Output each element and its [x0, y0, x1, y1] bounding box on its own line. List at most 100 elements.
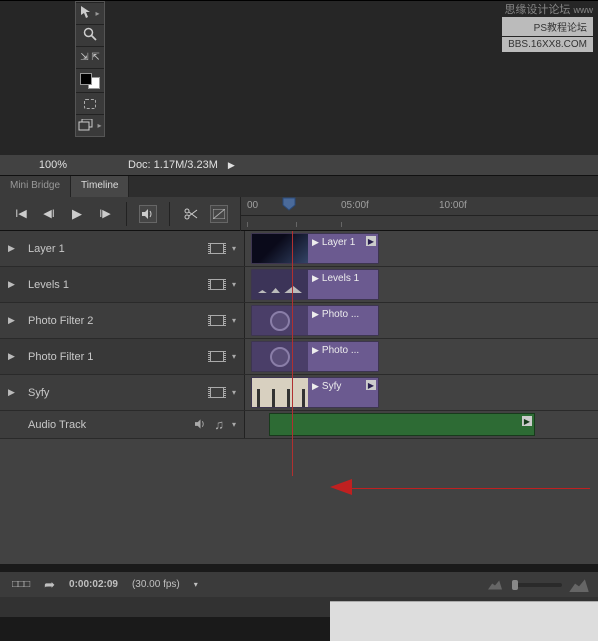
tab-timeline[interactable]: Timeline: [71, 176, 129, 197]
play-icon: ▶: [312, 381, 319, 392]
timecode-display[interactable]: 0:00:02:09: [69, 579, 118, 590]
status-bar: 100% Doc: 1.17M/3.23M ▶: [0, 155, 598, 175]
track-menu-icon[interactable]: ▾: [232, 420, 236, 429]
prev-frame-button[interactable]: ◀I: [40, 205, 58, 223]
zoom-in-icon[interactable]: [569, 578, 589, 592]
bottom-panel: [330, 601, 598, 641]
speaker-icon: [142, 209, 154, 219]
track-header[interactable]: ▶ Photo Filter 2 ▾: [0, 303, 244, 338]
zoom-slider[interactable]: [512, 583, 562, 587]
track-menu-icon[interactable]: ▾: [232, 316, 236, 325]
swap-tool[interactable]: ⇲ ⇱: [76, 46, 104, 68]
track-name: Syfy: [28, 387, 49, 399]
scissors-icon: [184, 207, 198, 221]
play-icon: ▶: [312, 273, 319, 284]
watermark-text3: BBS.16XX8.COM: [502, 37, 593, 52]
clip-end-icon: ▶: [366, 380, 376, 390]
track-menu-icon[interactable]: ▾: [232, 388, 236, 397]
clip-end-icon: ▶: [522, 416, 532, 426]
chevron-down-icon[interactable]: ▾: [194, 580, 198, 589]
screenmode-tool[interactable]: ▸: [76, 114, 104, 136]
track-header[interactable]: ▶ Layer 1 ▾: [0, 231, 244, 266]
audio-clip[interactable]: ▶: [269, 413, 535, 436]
transport-bar: I◀ ◀I ▶ I▶ 00 05:00f 10:00f: [0, 197, 598, 231]
playhead-line: [292, 231, 293, 476]
video-clip[interactable]: ▶Syfy▶: [251, 377, 379, 408]
annotation-arrow: [330, 479, 590, 499]
footer-corner[interactable]: □□□: [12, 579, 30, 590]
video-track-icon: [210, 243, 224, 254]
watermark-overlay: 思缘设计论坛 www PS教程论坛 BBS.16XX8.COM: [502, 1, 593, 53]
music-note-icon[interactable]: ♫: [214, 417, 224, 432]
ruler-tick: 10:00f: [439, 200, 467, 211]
clip-label: Photo ...: [322, 309, 359, 320]
track-header[interactable]: ▶ Levels 1 ▾: [0, 267, 244, 302]
color-swatch-icon: [80, 73, 100, 89]
expand-track-icon[interactable]: ▶: [8, 279, 18, 290]
track-header[interactable]: ▶ Photo Filter 1 ▾: [0, 339, 244, 374]
ruler-tick: 00: [247, 200, 258, 211]
transition-button[interactable]: [210, 205, 228, 223]
video-clip[interactable]: ▶Photo ...: [251, 341, 379, 372]
audio-track-row: Audio Track ♫ ▾ ▶: [0, 411, 598, 439]
audio-track-header[interactable]: Audio Track ♫ ▾: [0, 411, 244, 438]
doc-info-arrow[interactable]: ▶: [228, 160, 235, 171]
play-icon: ▶: [312, 309, 319, 320]
play-icon: ▶: [312, 237, 319, 248]
toolbox: ▸ ⇲ ⇱ ▸: [75, 1, 105, 137]
panel-tabs: Mini Bridge Timeline: [0, 175, 598, 197]
color-picker[interactable]: [76, 68, 104, 92]
video-track-icon: [210, 387, 224, 398]
document-canvas: ▸ ⇲ ⇱ ▸ 思缘设计论坛 www PS教程论坛 BBS.16XX8: [0, 0, 598, 155]
zoom-tool[interactable]: [76, 24, 104, 46]
video-clip[interactable]: ▶Photo ...: [251, 305, 379, 336]
timeline-ruler[interactable]: 00 05:00f 10:00f: [240, 197, 598, 231]
video-track-icon: [210, 351, 224, 362]
flyout-icon: ▸: [97, 121, 101, 130]
timeline-footer: □□□ ➦ 0:00:02:09 (30.00 fps) ▾: [0, 571, 598, 597]
expand-track-icon[interactable]: ▶: [8, 243, 18, 254]
expand-track-icon[interactable]: ▶: [8, 315, 18, 326]
split-clip-button[interactable]: [182, 205, 200, 223]
track-header[interactable]: ▶ Syfy ▾: [0, 375, 244, 410]
track-menu-icon[interactable]: ▾: [232, 352, 236, 361]
tool-slot[interactable]: ▸: [76, 2, 104, 24]
timeline-empty-area[interactable]: [0, 439, 598, 564]
video-clip[interactable]: ▶Layer 1▶: [251, 233, 379, 264]
audio-speaker-icon[interactable]: [195, 418, 206, 432]
play-icon: ▶: [312, 345, 319, 356]
clip-thumbnail: [252, 306, 308, 335]
video-track-icon: [210, 279, 224, 290]
forward-icon[interactable]: ➦: [44, 577, 55, 593]
next-frame-button[interactable]: I▶: [96, 205, 114, 223]
arrow-icon: [80, 5, 92, 22]
mute-button[interactable]: [139, 205, 157, 223]
expand-track-icon[interactable]: ▶: [8, 351, 18, 362]
play-button[interactable]: ▶: [68, 205, 86, 223]
track-menu-icon[interactable]: ▾: [232, 280, 236, 289]
swap-icon: ⇲ ⇱: [80, 52, 100, 63]
track-name: Photo Filter 1: [28, 351, 93, 363]
clip-thumbnail: [252, 378, 308, 407]
doc-size: Doc: 1.17M/3.23M: [128, 159, 218, 171]
track-row: ▶ Levels 1 ▾ ▶Levels 1: [0, 267, 598, 303]
track-name: Layer 1: [28, 243, 65, 255]
playhead[interactable]: [282, 197, 296, 211]
zoom-out-icon[interactable]: [488, 580, 502, 590]
ruler-tick: 05:00f: [341, 200, 369, 211]
watermark-text1: 思缘设计论坛: [504, 4, 570, 16]
clip-end-icon: ▶: [366, 236, 376, 246]
quickmask-tool[interactable]: [76, 92, 104, 114]
fps-display: (30.00 fps): [132, 579, 180, 590]
quickmask-icon: [84, 99, 96, 109]
video-clip[interactable]: ▶Levels 1: [251, 269, 379, 300]
expand-track-icon[interactable]: ▶: [8, 387, 18, 398]
clip-thumbnail: [252, 342, 308, 371]
track-row: ▶ Layer 1 ▾ ▶Layer 1▶: [0, 231, 598, 267]
clip-label: Syfy: [322, 381, 341, 392]
go-to-first-frame-button[interactable]: I◀: [12, 205, 30, 223]
track-menu-icon[interactable]: ▾: [232, 244, 236, 253]
track-name: Audio Track: [28, 419, 86, 431]
tab-mini-bridge[interactable]: Mini Bridge: [0, 176, 71, 197]
zoom-level[interactable]: 100%: [8, 159, 98, 171]
